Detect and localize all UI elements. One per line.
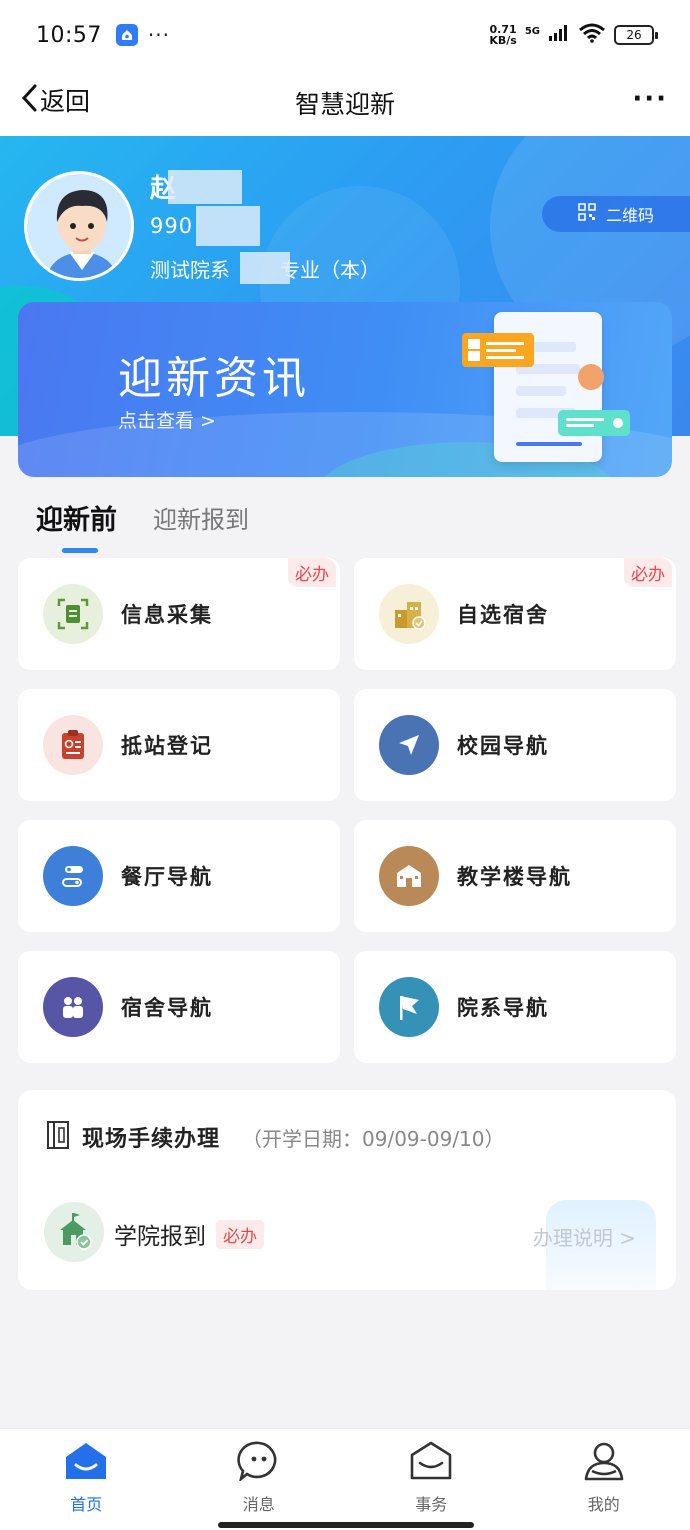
school-building-icon	[379, 846, 439, 906]
network-type: 5G	[524, 25, 540, 37]
tab-messages-label: 消息	[242, 1495, 275, 1514]
onsite-title: 现场手续办理	[82, 1127, 221, 1152]
service-dorm-navigation[interactable]: 宿舍导航	[18, 951, 340, 1063]
required-badge: 必办	[216, 1219, 264, 1249]
tab-profile-label: 我的	[587, 1495, 620, 1514]
nav-bar: 返回 智慧迎新 ···	[0, 70, 690, 136]
tab-home[interactable]: 首页	[0, 1429, 173, 1530]
page-title: 智慧迎新	[294, 90, 395, 119]
privacy-blur	[196, 206, 260, 246]
privacy-blur	[240, 252, 290, 284]
avatar[interactable]	[24, 171, 134, 281]
tab-home-label: 首页	[70, 1495, 103, 1514]
instructions-link[interactable]: 办理说明 >	[533, 1222, 636, 1251]
id-card-icon	[43, 584, 103, 644]
banner-decoration	[558, 410, 630, 436]
service-label: 信息采集	[121, 603, 213, 627]
net-speed: 0.71 KB/s	[489, 24, 516, 46]
home-indicator[interactable]	[218, 1522, 474, 1528]
banner-decoration	[578, 364, 604, 390]
battery-indicator: 26	[614, 25, 658, 45]
app-notification-icon	[115, 24, 138, 46]
more-menu-button[interactable]: ···	[632, 84, 668, 114]
home-icon	[64, 1441, 108, 1485]
college-registration-label: 学院报到	[114, 1224, 206, 1250]
service-label: 自选宿舍	[457, 603, 549, 627]
flag-icon	[379, 977, 439, 1037]
route-icon	[43, 846, 103, 906]
tab-messages[interactable]: 消息	[173, 1429, 346, 1530]
service-campus-navigation[interactable]: 校园导航	[354, 689, 676, 801]
service-label: 抵站登记	[121, 734, 213, 758]
tab-before-enrollment[interactable]: 迎新前	[36, 498, 117, 537]
service-dorm-selection[interactable]: 自选宿舍 必办	[354, 558, 676, 670]
required-badge: 必办	[624, 558, 672, 587]
navigation-arrow-icon	[379, 715, 439, 775]
tab-affairs-label: 事务	[415, 1495, 448, 1514]
doc-line	[516, 386, 566, 396]
service-info-collection[interactable]: 信息采集 必办	[18, 558, 340, 670]
signal-icon	[548, 24, 570, 46]
document-icon	[46, 1120, 70, 1154]
back-button[interactable]: 返回	[20, 82, 90, 118]
service-label: 院系导航	[457, 996, 549, 1020]
banner-title: 迎新资讯	[118, 353, 310, 404]
student-id: 990	[150, 214, 194, 238]
qr-code-button[interactable]: 二维码	[542, 196, 690, 232]
status-bar: 10:57 ··· 0.71 KB/s 5G 26	[0, 0, 690, 70]
envelope-icon	[409, 1441, 453, 1485]
user-icon	[582, 1441, 626, 1485]
banner-link[interactable]: 点击查看 >	[118, 406, 216, 433]
onsite-header: 现场手续办理 （开学日期：09/09-09/10）	[46, 1120, 505, 1154]
college-registration-icon	[44, 1202, 104, 1266]
major-label: 专业（本）	[280, 258, 380, 282]
wifi-icon	[578, 23, 606, 47]
tab-enrollment-checkin[interactable]: 迎新报到	[153, 500, 249, 535]
service-arrival-registration[interactable]: 抵站登记	[18, 689, 340, 801]
chevron-left-icon	[20, 83, 38, 117]
tab-affairs[interactable]: 事务	[345, 1429, 518, 1530]
news-banner[interactable]: 迎新资讯 点击查看 >	[18, 302, 672, 477]
tab-bar-top: 迎新前 迎新报到	[36, 498, 249, 537]
tab-profile[interactable]: 我的	[518, 1429, 690, 1530]
privacy-blur	[168, 170, 242, 204]
service-department-navigation[interactable]: 院系导航	[354, 951, 676, 1063]
bottom-tab-bar: 首页 消息 事务 我的	[0, 1428, 690, 1530]
building-icon	[379, 584, 439, 644]
required-badge: 必办	[288, 558, 336, 587]
school-start-date: （开学日期：09/09-09/10）	[242, 1126, 505, 1151]
net-speed-unit: KB/s	[489, 34, 517, 47]
onsite-procedures-card: 现场手续办理 （开学日期：09/09-09/10） 学院报到 必办 办理说明 >	[18, 1090, 676, 1290]
service-label: 教学楼导航	[457, 865, 572, 889]
back-label: 返回	[40, 87, 91, 116]
doc-line	[516, 442, 582, 446]
status-more-dots: ···	[147, 23, 170, 47]
service-label: 校园导航	[457, 734, 549, 758]
department-label: 测试院系	[150, 258, 230, 282]
qr-code-label: 二维码	[605, 206, 654, 225]
service-label: 餐厅导航	[121, 865, 213, 889]
service-label: 宿舍导航	[121, 996, 213, 1020]
service-teaching-building-navigation[interactable]: 教学楼导航	[354, 820, 676, 932]
message-icon	[237, 1441, 281, 1485]
qr-code-icon	[578, 203, 596, 225]
college-registration-item[interactable]: 学院报到 必办	[44, 1202, 264, 1266]
service-canteen-navigation[interactable]: 餐厅导航	[18, 820, 340, 932]
status-time: 10:57	[36, 22, 102, 48]
people-icon	[43, 977, 103, 1037]
banner-decoration	[462, 333, 534, 367]
clipboard-icon	[43, 715, 103, 775]
active-tab-indicator	[62, 548, 98, 553]
